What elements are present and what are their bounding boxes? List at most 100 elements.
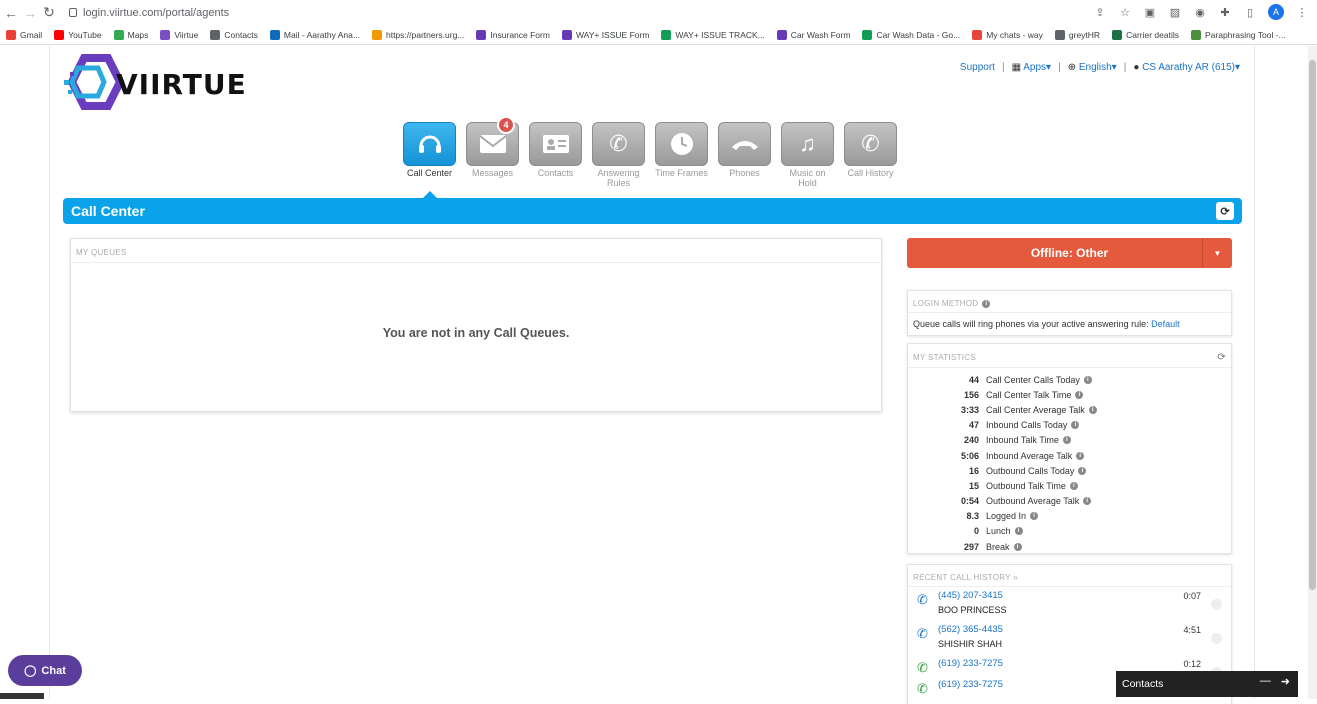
info-icon[interactable]: i bbox=[1069, 481, 1078, 490]
tab-label: Answering Rules bbox=[597, 168, 640, 188]
tab-time-frames[interactable]: Time Frames bbox=[655, 122, 708, 188]
info-icon[interactable]: i bbox=[1014, 527, 1023, 536]
bookmark-item[interactable]: Viirtue bbox=[160, 29, 199, 40]
info-icon[interactable]: i bbox=[1083, 375, 1092, 384]
info-icon[interactable]: i bbox=[1062, 436, 1071, 445]
profile-avatar[interactable]: A bbox=[1268, 4, 1284, 20]
tab-answering-rules[interactable]: ✆ Answering Rules bbox=[592, 122, 645, 188]
call-history-row[interactable]: ✆ (562) 365-4435 SHISHIR SHAH 4:51 bbox=[908, 621, 1231, 655]
tab-contacts[interactable]: Contacts bbox=[529, 122, 582, 188]
bookmark-favicon-icon bbox=[160, 29, 171, 40]
popout-icon[interactable]: ➜ bbox=[1281, 675, 1290, 688]
bookmark-item[interactable]: Mail - Aarathy Ana... bbox=[269, 29, 360, 40]
tab-messages[interactable]: 4 Messages bbox=[466, 116, 519, 188]
call-history-icon: ✆ bbox=[844, 122, 897, 166]
contacts-dock-controls: — ➜ bbox=[1260, 675, 1290, 688]
agent-status-button[interactable]: Offline: Other ▼ bbox=[907, 238, 1232, 268]
reload-icon[interactable]: ↻ bbox=[41, 4, 57, 21]
refresh-icon[interactable]: ⟳ bbox=[1217, 352, 1226, 363]
menu-icon[interactable]: ⋮ bbox=[1295, 5, 1309, 19]
stat-row: 3:33 Call Center Average Talk i bbox=[908, 402, 1231, 417]
language-menu[interactable]: ⊕ English▾ bbox=[1068, 62, 1117, 73]
bookmark-item[interactable]: Car Wash Data - Go... bbox=[862, 29, 960, 40]
bookmark-item[interactable]: Contacts bbox=[210, 29, 258, 40]
inbound-call-icon: ✆ bbox=[917, 626, 928, 641]
forward-icon[interactable]: → bbox=[22, 5, 38, 21]
call-duration: 4:51 bbox=[1183, 625, 1201, 635]
info-icon[interactable]: i bbox=[1078, 466, 1087, 475]
bookmark-label: Maps bbox=[127, 29, 149, 40]
bookmark-item[interactable]: My chats - way bbox=[972, 29, 1043, 40]
page-scrollbar[interactable] bbox=[1308, 46, 1317, 699]
scroll-thumb[interactable] bbox=[1309, 60, 1316, 590]
stat-label: Break bbox=[986, 541, 1010, 552]
chat-button[interactable]: ◯ Chat bbox=[8, 655, 82, 686]
bookmark-item[interactable]: Paraphrasing Tool -... bbox=[1190, 29, 1286, 40]
extension-icon[interactable]: ◉ bbox=[1193, 5, 1207, 19]
url-field[interactable]: login.viirtue.com/portal/agents bbox=[69, 7, 229, 19]
bookmark-label: Car Wash Form bbox=[790, 29, 851, 40]
recent-calls-heading[interactable]: RECENT CALL HISTORY » bbox=[908, 565, 1231, 587]
tab-label: Call History bbox=[847, 168, 894, 178]
queues-heading: MY QUEUES bbox=[71, 239, 881, 263]
contacts-dock[interactable]: Contacts — ➜ bbox=[1116, 671, 1298, 697]
tab-phones[interactable]: Phones bbox=[718, 122, 771, 188]
support-link[interactable]: Support bbox=[960, 62, 995, 73]
browser-toolbar: ⇪ ☆ ▣ ▨ ◉ ✚ ▯ A ⋮ bbox=[1093, 4, 1309, 20]
info-icon[interactable]: i bbox=[1083, 497, 1092, 506]
user-menu[interactable]: ● CS Aarathy AR (615)▾ bbox=[1133, 62, 1240, 73]
bookmark-item[interactable]: YouTube bbox=[54, 29, 102, 40]
stat-label-wrap: Lunch i bbox=[986, 526, 1023, 536]
minimize-icon[interactable]: — bbox=[1260, 675, 1271, 688]
viirtue-logo[interactable]: VIIRTUE bbox=[64, 54, 246, 116]
info-icon[interactable]: i bbox=[982, 299, 991, 308]
info-icon[interactable]: i bbox=[1075, 390, 1084, 399]
queues-empty-message: You are not in any Call Queues. bbox=[382, 326, 570, 340]
tab-call-center[interactable]: Call Center bbox=[403, 122, 456, 188]
call-action-dot[interactable] bbox=[1211, 633, 1222, 644]
my-queues-panel: MY QUEUES You are not in any Call Queues… bbox=[70, 238, 882, 412]
info-icon[interactable]: i bbox=[1076, 451, 1085, 460]
info-icon[interactable]: i bbox=[1088, 405, 1097, 414]
call-action-dot[interactable] bbox=[1211, 599, 1222, 610]
bookmark-favicon-icon bbox=[6, 29, 16, 40]
extension-icon[interactable]: ▨ bbox=[1168, 5, 1182, 19]
tab-music-on-hold[interactable]: ♫ Music on Hold bbox=[781, 122, 834, 188]
apps-menu[interactable]: ▦ Apps▾ bbox=[1012, 62, 1052, 73]
puzzle-icon[interactable]: ✚ bbox=[1218, 5, 1232, 19]
stat-row: 8.3 Logged In i bbox=[908, 509, 1231, 524]
bookmark-item[interactable]: https://partners.urg... bbox=[371, 29, 464, 40]
call-history-row[interactable]: ✆ (445) 207-3415 BOO PRINCESS 0:07 bbox=[908, 587, 1231, 621]
status-dropdown-toggle[interactable]: ▼ bbox=[1202, 238, 1232, 268]
clock-icon bbox=[655, 122, 708, 166]
bookmark-favicon-icon bbox=[1112, 29, 1123, 40]
bookmark-item[interactable]: Car Wash Form bbox=[776, 29, 851, 40]
bookmark-item[interactable]: Insurance Form bbox=[476, 29, 550, 40]
stat-label-wrap: Call Center Calls Today i bbox=[986, 375, 1092, 385]
bookmark-item[interactable]: Maps bbox=[113, 29, 149, 40]
browser-address-bar: ← → ↻ login.viirtue.com/portal/agents ⇪ … bbox=[0, 0, 1317, 25]
back-icon[interactable]: ← bbox=[3, 5, 19, 21]
tab-call-history[interactable]: ✆ Call History bbox=[844, 122, 897, 188]
bookmark-item[interactable]: Carrier deatils bbox=[1112, 29, 1179, 40]
star-icon[interactable]: ☆ bbox=[1118, 5, 1132, 19]
sidebar-icon[interactable]: ▯ bbox=[1243, 5, 1257, 19]
answering-rule-link[interactable]: Default bbox=[1151, 319, 1180, 329]
bookmark-item[interactable]: WAY+ ISSUE Form bbox=[561, 29, 649, 40]
refresh-button[interactable]: ⟳ bbox=[1216, 202, 1234, 220]
chat-bubble-icon: ◯ bbox=[24, 665, 37, 677]
extension-icon[interactable]: ▣ bbox=[1143, 5, 1157, 19]
bookmark-item[interactable]: WAY+ ISSUE TRACK... bbox=[661, 29, 765, 40]
call-duration: 0:07 bbox=[1183, 591, 1201, 601]
info-icon[interactable]: i bbox=[1030, 512, 1039, 521]
stat-value: 8.3 bbox=[966, 511, 979, 522]
bookmark-label: Viirtue bbox=[174, 29, 199, 40]
bookmark-item[interactable]: greytHR bbox=[1054, 29, 1100, 40]
tab-label: Call Center bbox=[406, 168, 453, 178]
share-icon[interactable]: ⇪ bbox=[1093, 5, 1107, 19]
bookmark-item[interactable]: Gmail bbox=[6, 29, 42, 40]
info-icon[interactable]: i bbox=[1071, 421, 1080, 430]
user-icon: ● bbox=[1133, 62, 1140, 73]
tab-label: Music on Hold bbox=[789, 168, 826, 188]
info-icon[interactable]: i bbox=[1013, 542, 1022, 551]
